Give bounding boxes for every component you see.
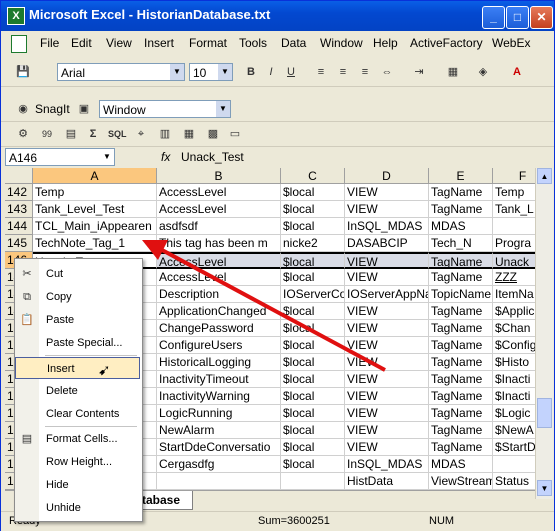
ctx-unhide-label: Unhide [46, 502, 81, 514]
ctx-copy[interactable]: ⧉ Copy [15, 286, 140, 308]
ctx-paste-special-label: Paste Special... [46, 337, 123, 349]
ctx-copy-label: Copy [46, 291, 72, 303]
mouse-cursor-icon: ➹ [98, 362, 111, 379]
ctx-unhide[interactable]: Unhide [15, 497, 140, 519]
menu-separator [45, 355, 137, 356]
ctx-paste[interactable]: 📋 Paste [15, 309, 140, 331]
menu-separator [45, 426, 137, 427]
ctx-hide[interactable]: Hide [15, 474, 140, 496]
ctx-clear-contents-label: Clear Contents [46, 408, 120, 420]
format-cells-icon: ▤ [21, 433, 33, 445]
ctx-cut[interactable]: ✂ Cut [15, 263, 140, 285]
ctx-paste-label: Paste [46, 314, 75, 326]
arrow-shaft [161, 248, 386, 372]
ctx-insert[interactable]: Insert ➹ [15, 357, 140, 379]
context-menu: ✂ Cut ⧉ Copy 📋 Paste Paste Special... Inser… [14, 258, 143, 522]
ctx-format-cells-label: Format Cells... [46, 433, 118, 445]
ctx-format-cells[interactable]: ▤ Format Cells... [15, 428, 140, 450]
ctx-row-height-label: Row Height... [46, 456, 113, 468]
scissors-icon: ✂ [22, 268, 32, 280]
ctx-row-height[interactable]: Row Height... [15, 451, 140, 473]
ctx-hide-label: Hide [46, 479, 69, 491]
ctx-clear-contents[interactable]: Clear Contents [15, 403, 140, 425]
copy-icon: ⧉ [23, 291, 31, 303]
clipboard-icon: 📋 [20, 314, 34, 326]
ctx-paste-special[interactable]: Paste Special... [15, 332, 140, 354]
ctx-insert-label: Insert [47, 363, 75, 375]
ctx-delete[interactable]: Delete [15, 380, 140, 402]
ctx-delete-label: Delete [46, 385, 78, 397]
ctx-cut-label: Cut [46, 268, 64, 280]
